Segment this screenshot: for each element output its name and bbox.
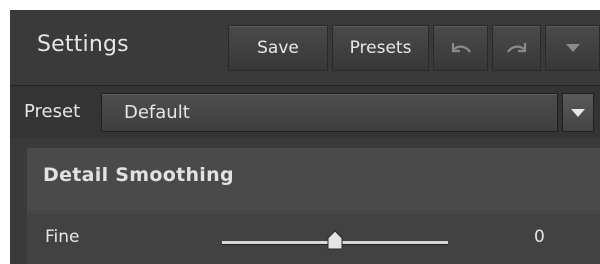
preset-dropdown[interactable]: Default — [101, 93, 558, 132]
settings-panel: Settings Save Presets Preset Default Det… — [10, 10, 600, 264]
preset-row: Preset Default — [10, 86, 600, 138]
detail-smoothing-section: Detail Smoothing Fine 0 — [27, 148, 600, 264]
panel-header: Settings Save Presets — [10, 10, 600, 86]
panel-title: Settings — [37, 32, 129, 57]
redo-icon — [505, 40, 529, 56]
preset-label: Preset — [24, 101, 81, 122]
panel-menu-button[interactable] — [545, 25, 600, 71]
slider-label: Fine — [45, 227, 80, 247]
redo-button[interactable] — [492, 25, 541, 71]
chevron-down-icon — [570, 103, 586, 122]
slider-value: 0 — [534, 227, 545, 247]
preset-value: Default — [124, 102, 190, 123]
undo-icon — [449, 40, 473, 56]
slider-thumb[interactable] — [327, 230, 343, 250]
section-title: Detail Smoothing — [43, 164, 234, 186]
slider-row-fine: Fine 0 — [27, 214, 600, 264]
undo-button[interactable] — [433, 25, 488, 71]
section-header[interactable]: Detail Smoothing — [27, 148, 600, 210]
preset-dropdown-button[interactable] — [562, 93, 594, 132]
presets-button[interactable]: Presets — [332, 25, 429, 71]
chevron-down-icon — [565, 43, 581, 53]
save-button[interactable]: Save — [228, 25, 328, 71]
